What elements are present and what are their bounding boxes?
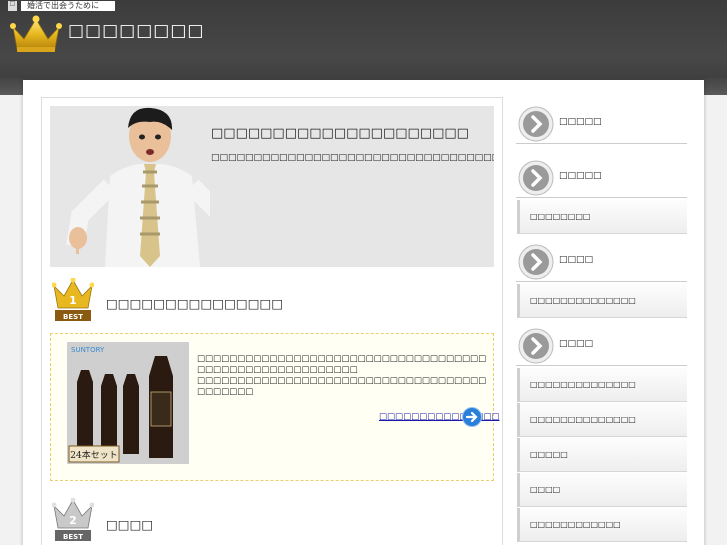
sidebar-link-label: □□□□□□□□□□□□ bbox=[530, 520, 621, 529]
crown-logo-icon[interactable] bbox=[10, 14, 62, 54]
arrow-right-circle-icon[interactable] bbox=[462, 407, 482, 427]
sidebar-link-item[interactable]: □□□□□□□□□□□□□□ bbox=[517, 368, 687, 402]
rank-1-number: 1 bbox=[69, 294, 77, 307]
tagline: □ 婚活で出会うために bbox=[8, 1, 115, 11]
site-title[interactable]: □□□□□□□□ bbox=[68, 21, 205, 41]
sidebar-link-label: □□□□□□□□□□□□□□ bbox=[530, 380, 636, 389]
sidebar-heading: □□□□□ bbox=[516, 104, 687, 144]
sidebar-heading: □□□□ bbox=[516, 242, 687, 282]
tagline-text: 婚活で出会うために bbox=[21, 1, 115, 11]
chevron-circle-icon bbox=[518, 160, 554, 196]
hero-heading: □□□□□□□□□□□□□□□□□□□□□ bbox=[211, 126, 469, 141]
product-image[interactable]: SUNTORY 24本セット bbox=[67, 342, 189, 464]
rank-1-best-label: BEST bbox=[63, 313, 83, 321]
sidebar-link-item[interactable]: □□□□□□□□□□□□□□ bbox=[517, 284, 687, 318]
rank-2-best-label: BEST bbox=[63, 533, 83, 541]
sidebar-heading-label: □□□□ bbox=[559, 255, 594, 265]
sidebar-link-item[interactable]: □□□□□□□□ bbox=[517, 200, 687, 234]
product-brand: SUNTORY bbox=[71, 346, 105, 354]
sidebar-heading-label: □□□□ bbox=[559, 339, 594, 349]
product-description: □□□□□□□□□□□□□□□□□□□□□□□□□□□□□□□□□□□□□□□□… bbox=[197, 354, 489, 398]
product-description-line-2: □□□□□□□□□□□□□□□□□□□□□□□□□□□□□□□□□□□□□□□□… bbox=[197, 376, 487, 397]
tagline-marker: □ bbox=[8, 1, 17, 11]
product-description-line-1: □□□□□□□□□□□□□□□□□□□□□□□□□□□□□□□□□□□□□□□□… bbox=[197, 354, 487, 375]
sidebar-link-item[interactable]: □□□□□□□□□□□□□□ bbox=[517, 403, 687, 437]
sidebar-heading: □□□□ bbox=[516, 326, 687, 366]
chevron-circle-icon bbox=[518, 328, 554, 364]
sidebar-link-item[interactable]: □□□□□□□□□□□□ bbox=[517, 508, 687, 542]
pointing-man-illustration bbox=[50, 106, 210, 267]
product-set-label: 24本セット bbox=[70, 449, 117, 461]
rank-2-badge-icon: 2 BEST bbox=[52, 498, 94, 541]
sidebar-heading-label: □□□□□ bbox=[559, 171, 602, 181]
hero-banner: □□□□□□□□□□□□□□□□□□□□□ □□□□□□□□□□□□□□□□□□… bbox=[50, 106, 494, 267]
sidebar-link-label: □□□□□ bbox=[530, 450, 568, 459]
chevron-circle-icon bbox=[518, 106, 554, 142]
sidebar-heading: □□□□□ bbox=[516, 158, 687, 198]
sidebar-link-label: □□□□□□□□ bbox=[530, 212, 591, 221]
rank-2-number: 2 bbox=[69, 514, 77, 527]
tea-bottles-image: SUNTORY 24本セット bbox=[67, 342, 189, 464]
rank-1-badge-icon: 1 BEST bbox=[52, 278, 94, 321]
sidebar-link-item[interactable]: □□□□□ bbox=[517, 438, 687, 472]
sidebar-link-item[interactable]: □□□□ bbox=[517, 473, 687, 507]
hero-subtext: □□□□□□□□□□□□□□□□□□□□□□□□□□□□□□□□□□□□□□□□… bbox=[211, 153, 494, 163]
sidebar-heading-label: □□□□□ bbox=[559, 117, 602, 127]
sidebar-link-label: □□□□□□□□□□□□□□ bbox=[530, 415, 636, 424]
sidebar-link-label: □□□□ bbox=[530, 485, 561, 494]
rank-1-title: □□□□□□□□□□□□□□□ bbox=[106, 296, 284, 311]
product-card: SUNTORY 24本セット □□□□□□□□□□□□□□□□□□□□□□□□□… bbox=[50, 333, 499, 481]
rank-2-title: □□□□ bbox=[106, 517, 154, 532]
sidebar-link-label: □□□□□□□□□□□□□□ bbox=[530, 296, 636, 305]
chevron-circle-icon bbox=[518, 244, 554, 280]
